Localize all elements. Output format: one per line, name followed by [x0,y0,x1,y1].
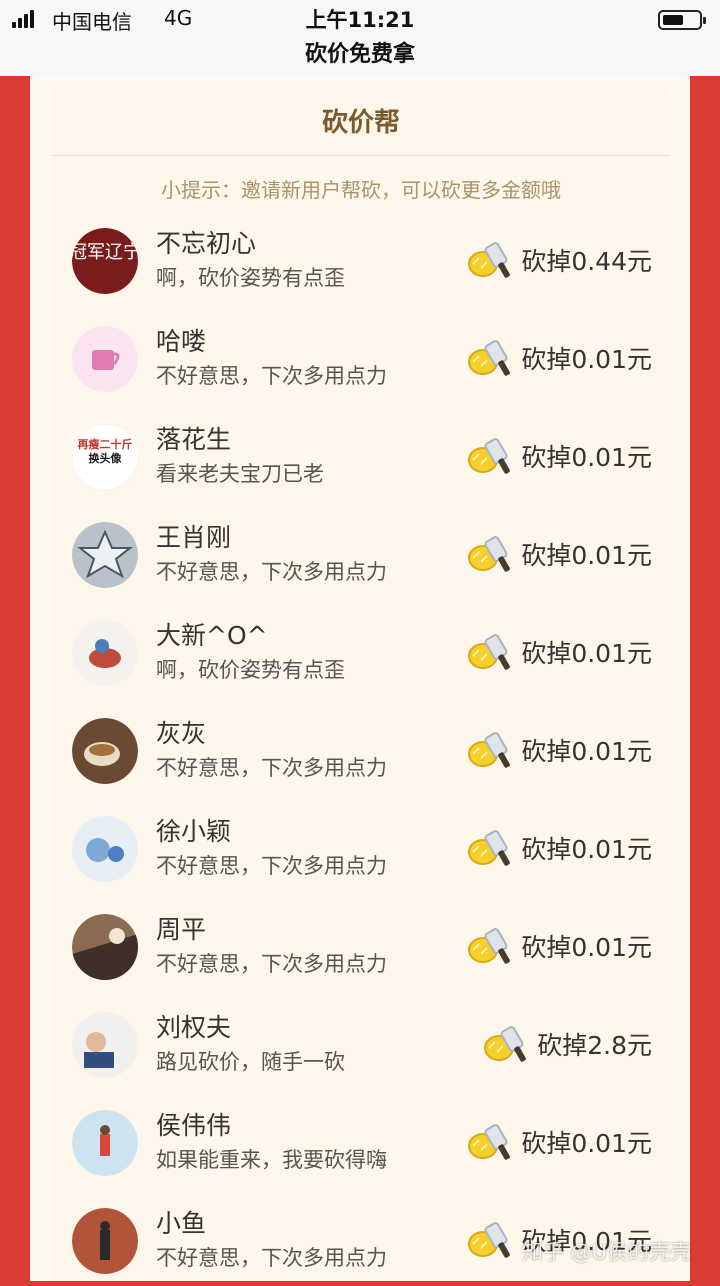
avatar [72,914,138,980]
page-title: 砍价免费拿 [304,42,415,67]
helper-name: 侯伟伟 [156,1111,232,1140]
cut-amount: 砍掉0.01元 [521,345,652,374]
bargain-help-card: 砍价帮 小提示：邀请新用户帮砍，可以砍更多金额哦 冠军辽宁 不忘初心啊，砍价姿势有… [52,82,670,1281]
list-item[interactable]: 冠军辽宁 不忘初心啊，砍价姿势有点歪 砍掉0.44元 [72,216,652,306]
helper-message: 不好意思，下次多用点力 [156,1246,387,1270]
battery-icon [658,10,706,30]
cut-amount: 砍掉0.01元 [521,933,652,962]
cut-amount: 砍掉0.01元 [521,639,652,668]
cut-amount: 砍掉0.01元 [521,541,652,570]
list-item[interactable]: 哈喽不好意思，下次多用点力 砍掉0.01元 [72,314,652,404]
helper-message: 不好意思，下次多用点力 [156,952,387,976]
list-item[interactable]: 大新^O^ 啊，砍价姿势有点歪 砍掉0.01元 [72,608,652,698]
coin-cleaver-icon [467,238,517,282]
helper-message: 不好意思，下次多用点力 [156,854,387,878]
coin-cleaver-icon [467,728,517,772]
avatar [72,1208,138,1274]
list-item[interactable]: 周平不好意思，下次多用点力 砍掉0.01元 [72,902,652,992]
divider [52,155,670,156]
avatar [72,620,138,686]
helper-name: 不忘初心 [156,229,257,258]
helper-message: 如果能重来，我要砍得嗨 [156,1148,387,1172]
coin-cleaver-icon [467,434,517,478]
list-item[interactable]: 灰灰不好意思，下次多用点力 砍掉0.01元 [72,706,652,796]
avatar [72,718,138,784]
list-item[interactable]: 徐小颖不好意思，下次多用点力 砍掉0.01元 [72,804,652,894]
cut-amount: 砍掉0.44元 [521,247,652,276]
cut-amount: 砍掉0.01元 [521,835,652,864]
helper-message: 啊，砍价姿势有点歪 [156,658,345,682]
helper-name: 大新^O^ [156,621,268,650]
coin-cleaver-icon [467,826,517,870]
list-item[interactable]: 再瘦二十斤 换头像 落花生 看来老夫宝刀已老 砍掉0.01元 [72,412,652,502]
cut-amount: 砍掉0.01元 [521,1129,652,1158]
helper-message: 不好意思，下次多用点力 [156,364,387,388]
list-item[interactable]: 刘权夫路见砍价，随手一砍 砍掉2.8元 [72,1000,652,1090]
avatar: 冠军辽宁 [72,228,138,294]
helper-name: 落花生 [156,425,232,454]
helper-name: 哈喽 [156,327,207,356]
helper-name: 徐小颖 [156,817,232,846]
helper-name: 灰灰 [156,719,207,748]
helper-message: 不好意思，下次多用点力 [156,560,387,584]
helper-message: 看来老夫宝刀已老 [156,462,324,486]
avatar [72,816,138,882]
avatar [72,326,138,392]
helper-name: 小鱼 [156,1209,207,1238]
coin-cleaver-icon [483,1022,533,1066]
tip-text: 小提示：邀请新用户帮砍，可以砍更多金额哦 [161,178,561,202]
helper-message: 不好意思，下次多用点力 [156,756,387,780]
helper-name: 王肖刚 [156,523,232,552]
avatar-caption: 再瘦二十斤 换头像 [72,438,138,466]
avatar-caption-line: 换头像 [88,452,122,465]
avatar-caption-line: 再瘦二十斤 [77,438,133,451]
helper-name: 刘权夫 [156,1013,232,1042]
list-item[interactable]: 王肖刚不好意思，下次多用点力 砍掉0.01元 [72,510,652,600]
avatar: 再瘦二十斤 换头像 [72,424,138,490]
cut-amount: 砍掉0.01元 [521,737,652,766]
avatar [72,1110,138,1176]
cut-amount: 砍掉2.8元 [537,1031,652,1060]
avatar [72,522,138,588]
helper-name: 周平 [156,915,207,944]
clock: 上午11:21 [305,8,415,32]
coin-cleaver-icon [467,1120,517,1164]
coin-cleaver-icon [467,924,517,968]
coin-cleaver-icon [467,532,517,576]
status-bar: 中国电信 4G 上午11:21 砍价免费拿 [0,0,720,76]
helper-message: 路见砍价，随手一砍 [156,1050,345,1074]
cut-amount: 砍掉0.01元 [521,443,652,472]
card-title: 砍价帮 [321,108,400,138]
coin-cleaver-icon [467,336,517,380]
avatar [72,1012,138,1078]
watermark: 知乎 @U侯的壳壳 [522,1240,692,1264]
avatar-text: 冠军辽宁 [72,242,138,263]
coin-cleaver-icon [467,1218,517,1262]
coin-cleaver-icon [467,630,517,674]
list-item[interactable]: 侯伟伟如果能重来，我要砍得嗨 砍掉0.01元 [72,1098,652,1188]
helper-message: 啊，砍价姿势有点歪 [156,266,345,290]
